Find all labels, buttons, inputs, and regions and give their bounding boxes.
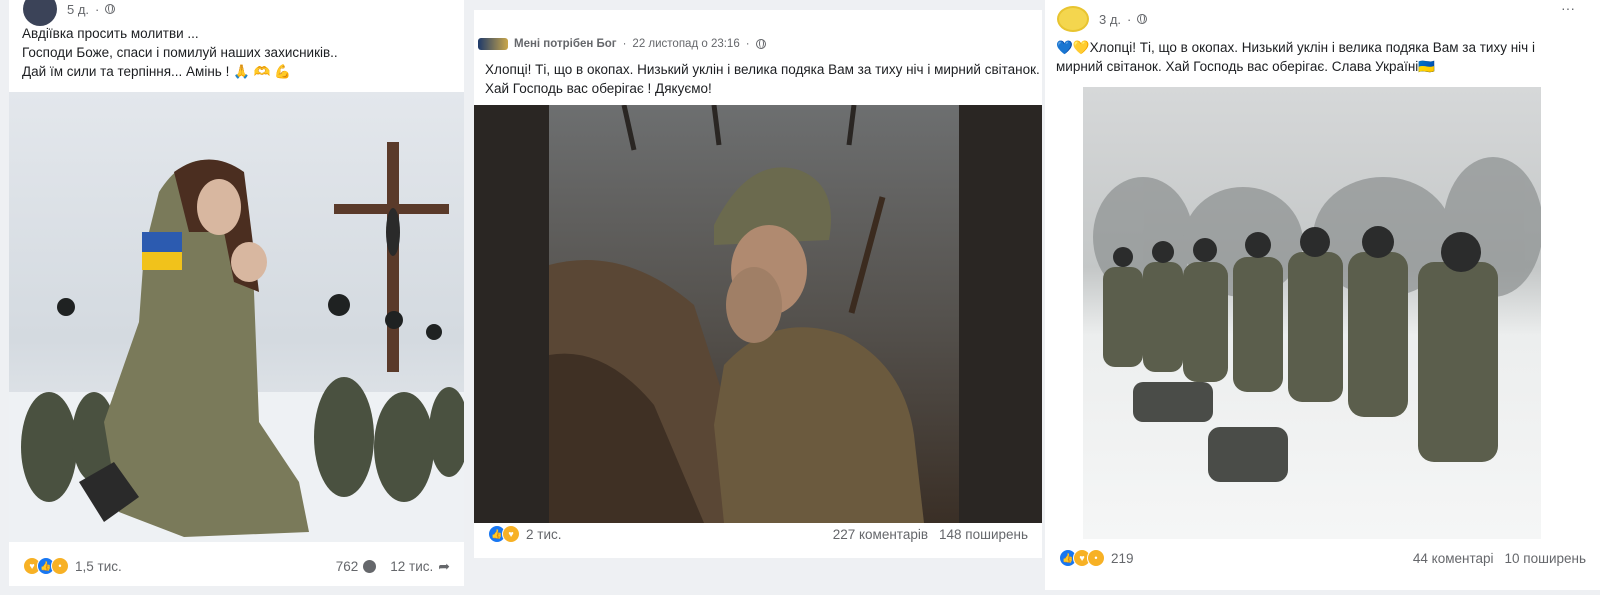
post-3-text: 💙💛Хлопці! Ті, що в окопах. Низький уклін… (1056, 38, 1535, 76)
globe-icon (1137, 14, 1148, 24)
post-2-photo[interactable] (474, 105, 1042, 523)
author-avatar[interactable] (23, 0, 57, 26)
post-text-line: Хлопці! Ті, що в окопах. Низький уклін і… (485, 62, 1040, 77)
comments-count[interactable]: 227 коментарів (833, 527, 928, 542)
comments-count[interactable]: 762 (336, 559, 359, 574)
post-text-line: Хай Господь вас оберігає ! Дякуємо! (485, 81, 712, 96)
post-text-line: Авдіївка просить молитви ... (22, 26, 199, 41)
post-text-line: Дай їм сили та терпіння... Амінь ! 🙏 🫶 💪 (22, 64, 292, 79)
post-time[interactable]: 3 д. (1099, 12, 1121, 27)
reactions-count[interactable]: 2 тис. (526, 527, 561, 542)
post-card-1: 5 д. · Авдіївка просить молитви ... Госп… (9, 0, 464, 586)
post-2-header: Мені потрібен Бог · 22 листопад о 23:16 … (478, 38, 766, 50)
post-text-line: Господи Боже, спаси і помилуй наших захи… (22, 45, 338, 60)
reactions-icons[interactable]: 👍 ♥ • (1059, 549, 1105, 567)
shares-count[interactable]: 148 поширень (939, 527, 1028, 542)
post-card-3: 3 д. · ··· 💙💛Хлопці! Ті, що в окопах. Ни… (1045, 0, 1600, 590)
author-avatar[interactable] (1057, 6, 1089, 32)
reactions-count[interactable]: 1,5 тис. (75, 559, 122, 574)
post-1-footer: ♥ 👍 • 1,5 тис. 762 12 тис. ➦ (9, 554, 464, 578)
post-text-line: 💙💛Хлопці! Ті, що в окопах. Низький уклін… (1056, 40, 1535, 55)
shares-count[interactable]: 12 тис. (390, 559, 433, 574)
share-icon: ➦ (438, 557, 450, 574)
post-1-header: 5 д. · (23, 0, 116, 26)
post-time[interactable]: 5 д. (67, 2, 89, 17)
comment-icon (363, 559, 377, 573)
sad-reaction-icon: • (51, 557, 69, 575)
post-3-footer: 👍 ♥ • 219 44 коментарі 10 поширень (1045, 546, 1600, 570)
post-text-line: мирний світанок. Хай Господь вас оберіга… (1056, 59, 1436, 74)
care-reaction-icon: ♥ (502, 525, 520, 543)
post-card-2: Мені потрібен Бог · 22 листопад о 23:16 … (474, 10, 1042, 558)
more-options-icon[interactable]: ··· (1561, 0, 1575, 16)
post-time[interactable]: 22 листопад о 23:16 (632, 38, 739, 50)
shares-count[interactable]: 10 поширень (1505, 551, 1586, 566)
reactions-icons[interactable]: 👍 ♥ (488, 525, 520, 543)
post-3-photo[interactable] (1083, 87, 1541, 539)
sad-reaction-icon: • (1087, 549, 1105, 567)
post-1-photo[interactable] (9, 92, 464, 542)
author-avatar[interactable] (478, 38, 508, 50)
globe-icon (105, 4, 116, 14)
reactions-count[interactable]: 219 (1111, 551, 1134, 566)
post-3-header: 3 д. · (1057, 6, 1148, 32)
reactions-icons[interactable]: ♥ 👍 • (23, 557, 69, 575)
post-1-text: Авдіївка просить молитви ... Господи Бож… (22, 24, 338, 81)
comments-count[interactable]: 44 коментарі (1413, 551, 1494, 566)
post-2-footer: 👍 ♥ 2 тис. 227 коментарів 148 поширень (474, 522, 1042, 546)
globe-icon (755, 39, 766, 49)
author-name[interactable]: Мені потрібен Бог (514, 38, 617, 50)
post-2-text: Хлопці! Ті, що в окопах. Низький уклін і… (485, 60, 1040, 98)
